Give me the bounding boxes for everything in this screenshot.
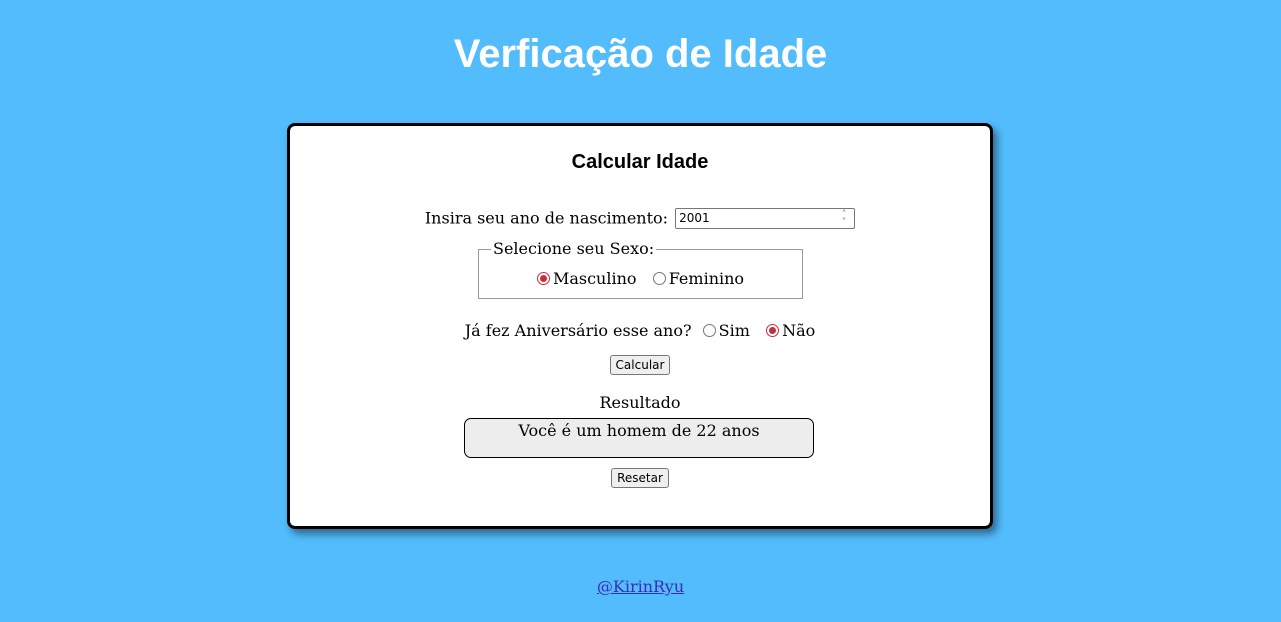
birthday-row: Já fez Aniversário esse ano? Sim Não xyxy=(290,320,990,342)
sex-options: Masculino Feminino xyxy=(479,268,802,290)
calculate-row: Calcular xyxy=(290,354,990,375)
radio-label-nao[interactable]: Não xyxy=(782,321,815,340)
page-title: Verficação de Idade xyxy=(453,32,828,76)
birth-year-label: Insira seu ano de nascimento: xyxy=(424,208,669,228)
number-spinner[interactable]: ˄ ˅ xyxy=(838,210,850,227)
birthday-option-sim[interactable]: Sim xyxy=(702,321,755,340)
radio-sim[interactable] xyxy=(702,324,716,337)
radio-label-masculino[interactable]: Masculino xyxy=(553,269,637,288)
result-text: Você é um homem de 22 anos xyxy=(518,421,760,440)
chevron-down-icon[interactable]: ˅ xyxy=(838,218,850,226)
reset-button[interactable]: Resetar xyxy=(611,468,669,488)
radio-masculino[interactable] xyxy=(536,272,550,285)
radio-feminino[interactable] xyxy=(652,272,666,285)
result-label: Resultado xyxy=(599,393,681,412)
birth-year-row: Insira seu ano de nascimento: 2001 ˄ ˅ xyxy=(290,206,990,230)
result-label-row: Resultado xyxy=(290,392,990,414)
birth-year-input[interactable]: 2001 ˄ ˅ xyxy=(675,208,856,229)
reset-row: Resetar xyxy=(290,467,990,488)
radio-nao[interactable] xyxy=(766,324,780,337)
birthday-option-nao[interactable]: Não xyxy=(761,321,815,340)
age-calculator-card: Calcular Idade Insira seu ano de nascime… xyxy=(287,123,993,529)
author-link[interactable]: @KirinRyu xyxy=(597,577,684,596)
sex-legend: Selecione seu Sexo: xyxy=(491,239,657,259)
birthday-question: Já fez Aniversário esse ano? xyxy=(464,321,692,340)
radio-label-feminino[interactable]: Feminino xyxy=(669,269,744,288)
result-box: Você é um homem de 22 anos xyxy=(464,418,814,458)
radio-label-sim[interactable]: Sim xyxy=(719,321,750,340)
footer: @KirinRyu xyxy=(0,576,1281,598)
calculate-button[interactable]: Calcular xyxy=(609,355,671,375)
sex-option-feminino[interactable]: Feminino xyxy=(648,269,744,288)
birth-year-value: 2001 xyxy=(679,211,710,225)
sex-fieldset: Selecione seu Sexo: Masculino Feminino xyxy=(478,239,803,299)
sex-option-masculino[interactable]: Masculino xyxy=(536,269,642,288)
card-title: Calcular Idade xyxy=(571,151,709,173)
